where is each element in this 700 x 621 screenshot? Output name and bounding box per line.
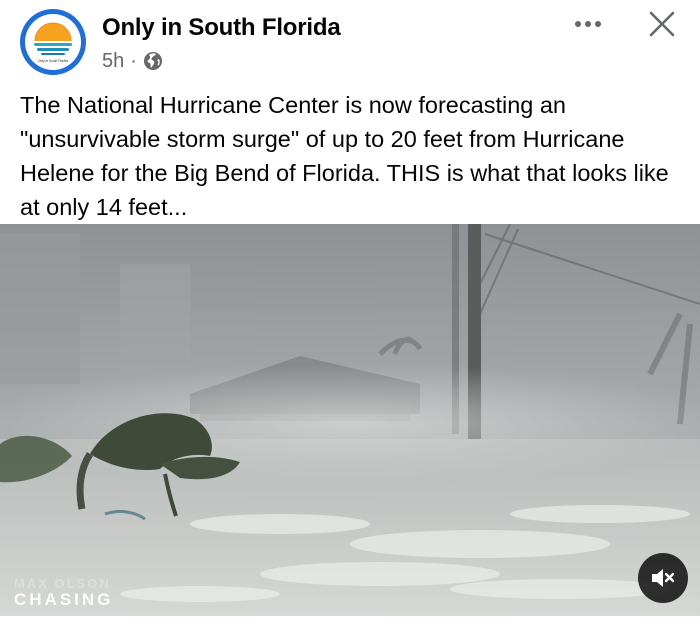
mute-toggle-button[interactable] xyxy=(638,553,688,603)
watermark-top-text: MAX OLSON xyxy=(14,576,111,591)
avatar-logo-text: Only in South Florida xyxy=(38,59,68,63)
globe-icon[interactable] xyxy=(143,51,163,71)
page-avatar[interactable]: Only in South Florida xyxy=(20,9,86,75)
close-icon xyxy=(649,11,675,37)
close-button[interactable] xyxy=(644,6,680,42)
author-name[interactable]: Only in South Florida xyxy=(102,14,341,42)
more-options-button[interactable] xyxy=(568,8,608,40)
sunset-logo-icon: Only in South Florida xyxy=(34,22,72,63)
more-options-icon xyxy=(575,21,601,27)
muted-speaker-icon xyxy=(652,569,675,587)
post-text: The National Hurricane Center is now for… xyxy=(20,92,669,220)
post-header: Only in South Florida Only in South Flor… xyxy=(0,0,700,86)
meta-separator: · xyxy=(130,49,137,72)
avatar-logo: Only in South Florida xyxy=(25,14,81,70)
post-timestamp[interactable]: 5h xyxy=(102,50,124,73)
post-video[interactable] xyxy=(0,224,700,616)
watermark-bottom-text: CHASING xyxy=(14,590,114,609)
hurricane-video-frame xyxy=(0,224,700,616)
video-watermark: MAX OLSON CHASING xyxy=(14,577,113,608)
post-meta: 5h · xyxy=(102,48,163,74)
